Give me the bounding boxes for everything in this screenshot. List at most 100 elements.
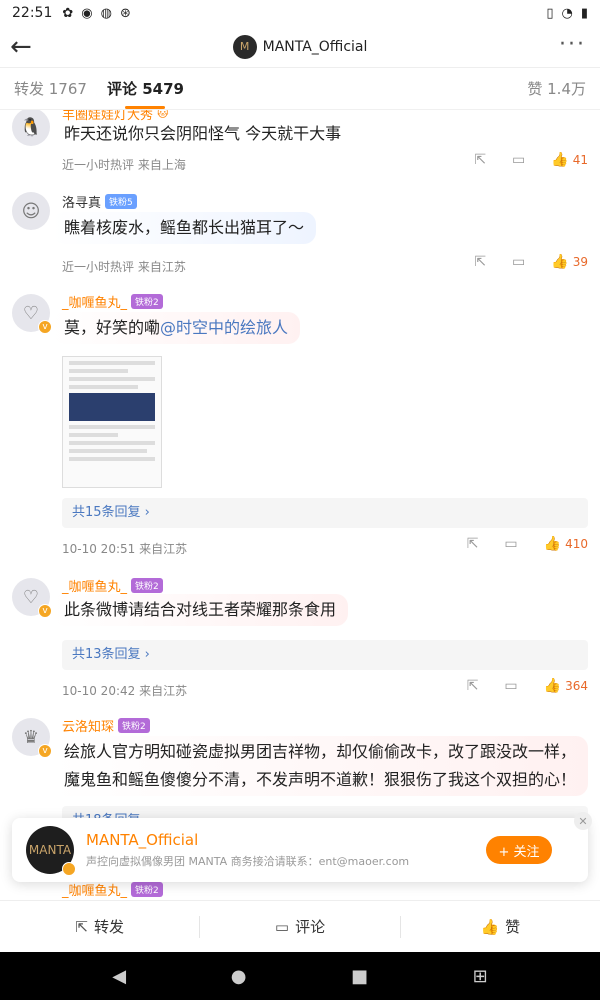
username-text: _咖喱鱼丸_: [62, 884, 128, 899]
reply-icon[interactable]: ▭: [504, 536, 517, 552]
view-replies-link[interactable]: 共15条回复 ›: [62, 498, 588, 528]
account-avatar: M: [232, 34, 257, 59]
verified-icon: v: [38, 320, 52, 334]
like-label: 赞: [505, 918, 521, 936]
comment-username[interactable]: 云洛知琛 铁粉2: [62, 716, 150, 735]
like-post-button[interactable]: 👍 赞: [401, 916, 600, 937]
like-count: 41: [572, 153, 588, 167]
comment-text: 莫，好笑的嘞@时空中的绘旅人: [52, 312, 301, 344]
comment-text: 此条微博请结合对线王者荣耀那条食用: [52, 594, 349, 626]
comment-image-thumbnail[interactable]: [62, 356, 162, 488]
comment-button[interactable]: ▭ 评论: [200, 916, 399, 937]
share-icon[interactable]: ⇱: [467, 678, 479, 694]
comment-text: 瞧着核废水，鳐鱼都长出猫耳了～: [52, 212, 317, 244]
comment-list: 🐧 羊圈娃娃灯大秀 🐱 昨天还说你只会阴阳怪气 今天就干大事 近一小时热评 来自…: [0, 110, 600, 900]
comment-username[interactable]: _咖喱鱼丸_ 铁粉2: [62, 292, 163, 311]
banner-info: MANTA_Official 声控向虚拟偶像男团 MANTA 商务接洽请联系：e…: [86, 831, 409, 869]
comment-actions: ⇱ ▭ 👍 39: [474, 254, 588, 270]
comment-text: 绘旅人官方明知碰瓷虚拟男团吉祥物，却仅偷偷改卡，改了跟没改一样， 魔鬼鱼和鳐鱼傻…: [52, 736, 589, 796]
share-icon[interactable]: ⇱: [474, 254, 486, 270]
comment-avatar[interactable]: ♡ v: [12, 294, 52, 334]
repost-button[interactable]: ⇱ 转发: [0, 916, 199, 937]
like-count: 39: [572, 255, 588, 269]
like-button[interactable]: 👍 39: [551, 254, 588, 270]
comment-username[interactable]: 洛寻真 铁粉5: [62, 192, 137, 211]
share-icon[interactable]: ⇱: [474, 152, 486, 168]
comment-username[interactable]: _咖喱鱼丸_ 铁粉2: [62, 880, 163, 899]
repost-icon: ⇱: [75, 917, 88, 936]
nav-extra-icon[interactable]: ⊞: [473, 966, 488, 987]
more-menu-icon[interactable]: ···: [559, 32, 586, 57]
comment-meta: 近一小时热评 来自江苏: [62, 260, 186, 274]
comment-avatar[interactable]: ☺: [12, 192, 50, 230]
nav-home-icon[interactable]: ●: [231, 966, 247, 987]
tab-repost[interactable]: 转发 1767: [14, 78, 87, 99]
fan-badge: 铁粉2: [131, 294, 163, 309]
tab-comment-label: 评论: [106, 80, 137, 98]
close-icon[interactable]: ✕: [574, 812, 592, 830]
share-icon[interactable]: ⇱: [467, 536, 479, 552]
comment-meta: 10-10 20:42 来自江苏: [62, 684, 188, 698]
username-text: _咖喱鱼丸_: [62, 580, 128, 595]
follow-banner: MANTA MANTA_Official 声控向虚拟偶像男团 MANTA 商务接…: [12, 812, 592, 882]
comment-text: 昨天还说你只会阴阳怪气 今天就干大事: [64, 124, 342, 143]
weibo-icon: ◉: [81, 5, 93, 21]
comment-meta: 10-10 20:51 来自江苏: [62, 542, 188, 556]
battery-icon: ▮: [580, 5, 588, 21]
like-button[interactable]: 👍 41: [551, 152, 588, 168]
like-button[interactable]: 👍 364: [544, 678, 588, 694]
nav-recent-icon[interactable]: ■: [351, 966, 368, 987]
wifi-icon: ◔: [561, 5, 573, 21]
banner-account-name[interactable]: MANTA_Official: [86, 831, 409, 849]
username-text: 云洛知琛: [62, 720, 115, 735]
comment-label: 评论: [295, 918, 326, 936]
comment-username[interactable]: _咖喱鱼丸_ 铁粉2: [62, 576, 163, 595]
fan-badge: 铁粉5: [105, 194, 137, 209]
page-title: MANTA_Official: [262, 38, 368, 55]
fan-badge: 铁粉2: [118, 718, 150, 733]
comment-text-line: 绘旅人官方明知碰瓷虚拟男团吉祥物，却仅偷偷改卡，改了跟没改一样，: [64, 742, 577, 761]
verified-icon: v: [38, 744, 52, 758]
tab-likes[interactable]: 赞 1.4万: [527, 78, 586, 99]
tab-bar: 转发 1767 评论 5479 赞 1.4万: [0, 68, 600, 110]
banner-description: 声控向虚拟偶像男团 MANTA 商务接洽请联系：ent@maoer.com: [86, 855, 410, 868]
thumbs-up-icon: 👍: [480, 917, 500, 936]
reply-icon[interactable]: ▭: [504, 678, 517, 694]
tab-comment[interactable]: 评论 5479: [106, 78, 184, 109]
comment-text-body: 莫，好笑的嘞: [64, 318, 161, 337]
like-count: 364: [565, 679, 588, 693]
fan-badge: 铁粉2: [131, 882, 163, 897]
comment-actions: ⇱ ▭ 👍 410: [467, 536, 588, 552]
banner-avatar[interactable]: MANTA: [26, 826, 76, 876]
app-icon-2: ◍: [100, 5, 112, 21]
view-replies-link[interactable]: 共13条回复 ›: [62, 640, 588, 670]
repost-label: 转发: [93, 918, 124, 936]
reply-icon[interactable]: ▭: [512, 152, 525, 168]
verified-icon: [62, 862, 76, 876]
comment-avatar[interactable]: 🐧: [12, 110, 50, 146]
nav-back-icon[interactable]: ◀: [112, 966, 126, 987]
comment-actions: ⇱ ▭ 👍 41: [474, 152, 588, 168]
app-icon: ✿: [62, 5, 74, 21]
vibrate-icon: ▯: [546, 5, 554, 21]
system-icons: ▯ ◔ ▮: [546, 6, 588, 21]
tab-comment-count: 5479: [142, 80, 184, 98]
app-icon-3: ⊛: [119, 5, 131, 21]
comment-icon: ▭: [274, 917, 290, 936]
comment-meta: 近一小时热评 来自上海: [62, 158, 186, 172]
reply-icon[interactable]: ▭: [512, 254, 525, 270]
like-count: 410: [565, 537, 588, 551]
verified-icon: v: [38, 604, 52, 618]
top-header: ← M MANTA_Official ···: [0, 26, 600, 68]
comment-actions: ⇱ ▭ 👍 364: [467, 678, 588, 694]
username-text: _咖喱鱼丸_: [62, 296, 128, 311]
comment-avatar[interactable]: ♡ v: [12, 578, 52, 618]
follow-button[interactable]: + 关注: [486, 836, 552, 864]
mention-link[interactable]: @时空中的绘旅人: [160, 318, 288, 337]
comment-text-line: 魔鬼鱼和鳐鱼傻傻分不清，不发声明不道歉！狠狠伤了我这个双担的心！: [64, 770, 577, 789]
back-arrow-icon[interactable]: ←: [10, 32, 32, 62]
fan-badge: 铁粉2: [131, 578, 163, 593]
like-button[interactable]: 👍 410: [544, 536, 588, 552]
comment-avatar[interactable]: ♛ v: [12, 718, 52, 758]
header-account[interactable]: M MANTA_Official: [232, 34, 368, 59]
